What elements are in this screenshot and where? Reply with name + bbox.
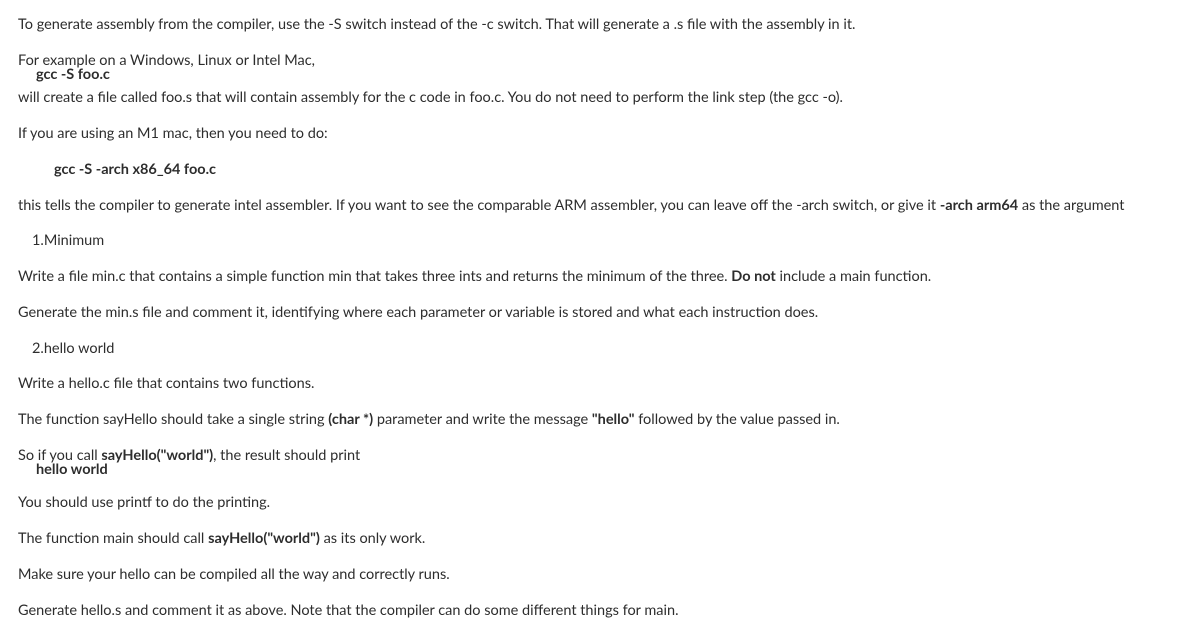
list-number-2: 2.: [32, 338, 44, 360]
paragraph-compile: Make sure your hello can be compiled all…: [18, 564, 1182, 586]
text-arch-c: as the argument: [1018, 197, 1124, 214]
list-title-minimum: Minimum: [44, 232, 104, 249]
text-char-star: (char *): [328, 411, 373, 428]
paragraph-generate-hello-s: Generate hello.s and comment it as above…: [18, 600, 1182, 622]
text-sayhello-world: sayHello("world"): [101, 447, 213, 464]
paragraph-foo-explain: will create a file called foo.s that wil…: [18, 87, 1182, 109]
list-item-2: 2. hello world: [18, 338, 1182, 360]
paragraph-min-desc: Write a file min.c that contains a simpl…: [18, 266, 1182, 288]
paragraph-intro: To generate assembly from the compiler, …: [18, 14, 1182, 36]
text-sayhello-world-2: sayHello("world"): [208, 530, 320, 547]
text-main-c: as its only work.: [320, 530, 425, 547]
text-sayhello-e: followed by the value passed in.: [635, 411, 840, 428]
paragraph-arch-explain: this tells the compiler to generate inte…: [18, 195, 1182, 217]
list-title-hello: hello world: [44, 340, 115, 357]
paragraph-printf: You should use printf to do the printing…: [18, 492, 1182, 514]
text-hello-str: "hello": [592, 411, 635, 428]
text-main-a: The function main should call: [18, 530, 208, 547]
text-sayhello-a: The function sayHello should take a sing…: [18, 411, 328, 428]
code-gcc-arch: gcc -S -arch x86_64 foo.c: [18, 159, 1182, 181]
paragraph-sayhello-desc: The function sayHello should take a sing…: [18, 409, 1182, 431]
text-do-not: Do not: [731, 268, 776, 285]
text-min-c: include a main function.: [776, 268, 931, 285]
list-item-1: 1. Minimum: [18, 230, 1182, 252]
text-call-c: , the result should print: [213, 447, 360, 464]
paragraph-min-generate: Generate the min.s file and comment it, …: [18, 302, 1182, 324]
paragraph-hello-intro: Write a hello.c file that contains two f…: [18, 373, 1182, 395]
text-sayhello-c: parameter and write the message: [373, 411, 592, 428]
text-arch-arm64: -arch arm64: [940, 197, 1018, 214]
text-arch-a: this tells the compiler to generate inte…: [18, 197, 940, 214]
paragraph-m1-intro: If you are using an M1 mac, then you nee…: [18, 123, 1182, 145]
text-min-a: Write a file min.c that contains a simpl…: [18, 268, 731, 285]
paragraph-main-desc: The function main should call sayHello("…: [18, 528, 1182, 550]
list-number-1: 1.: [32, 230, 44, 252]
